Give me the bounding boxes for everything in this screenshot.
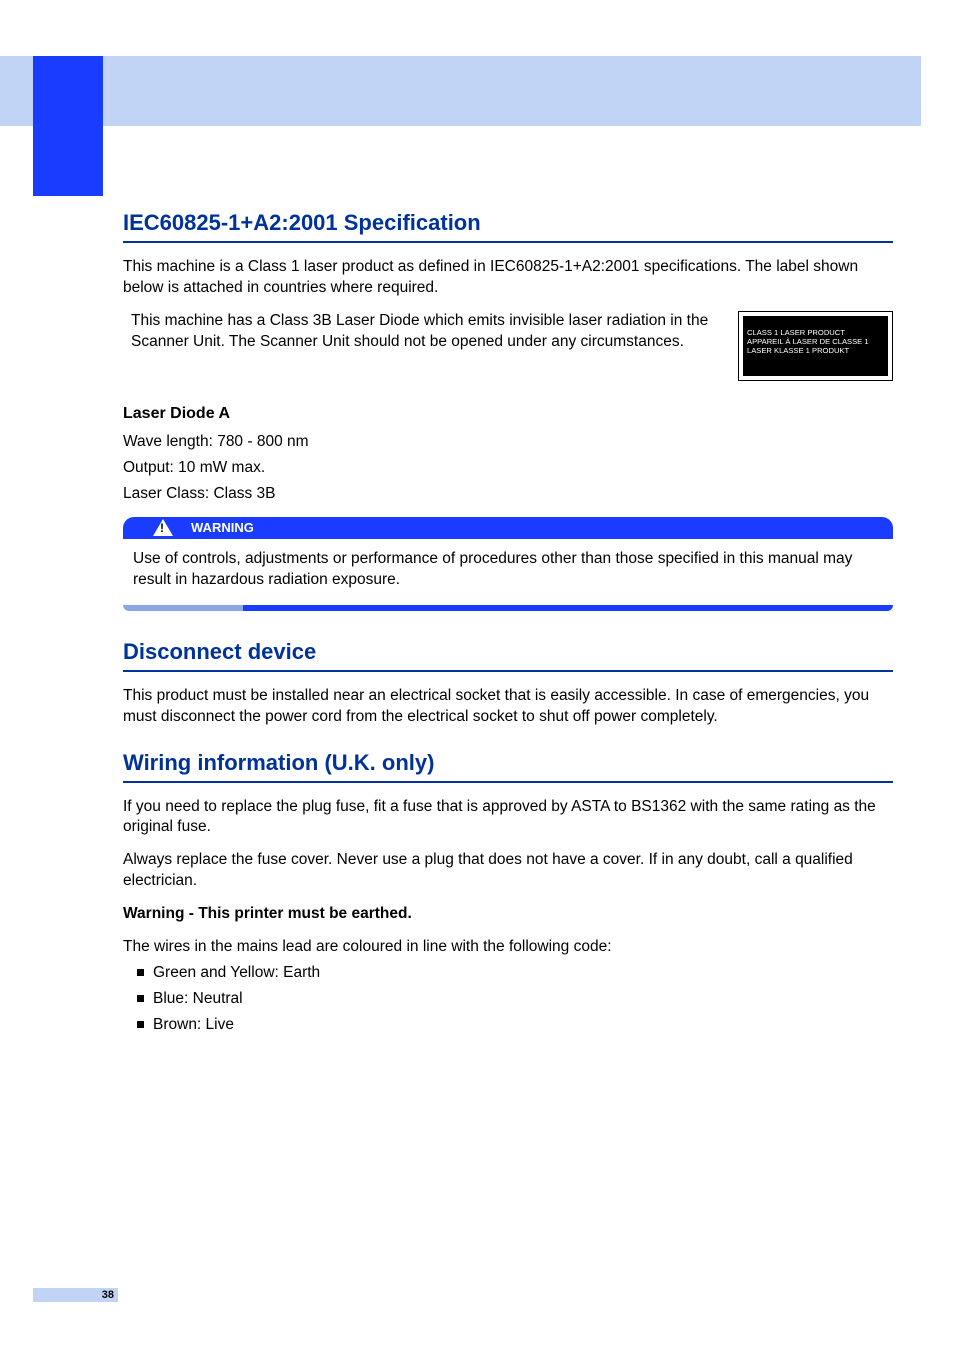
- wiring-p1: If you need to replace the plug fuse, fi…: [123, 797, 893, 839]
- warning-footer: [123, 605, 893, 611]
- laser-diode-heading: Laser Diode A: [123, 405, 893, 423]
- wiring-p2: Always replace the fuse cover. Never use…: [123, 850, 893, 892]
- wires-intro: The wires in the mains lead are coloured…: [123, 937, 893, 958]
- side-accent-square: [33, 126, 103, 196]
- page-content: IEC60825-1+A2:2001 Specification This ma…: [123, 210, 893, 1042]
- warning-bar: WARNING: [123, 517, 893, 539]
- list-item: Green and Yellow: Earth: [137, 964, 893, 982]
- laser-label-box: CLASS 1 LASER PRODUCT APPAREIL À LASER D…: [738, 311, 893, 381]
- warning-footer-right: [243, 605, 893, 611]
- warning-triangle-icon: [153, 519, 173, 536]
- list-item: Blue: Neutral: [137, 990, 893, 1008]
- section-title-disconnect: Disconnect device: [123, 639, 893, 672]
- diode-row: This machine has a Class 3B Laser Diode …: [123, 311, 893, 381]
- warning-footer-left: [123, 605, 243, 611]
- warning-body: Use of controls, adjustments or performa…: [123, 539, 893, 605]
- iec-intro: This machine is a Class 1 laser product …: [123, 257, 893, 299]
- header-band: [0, 56, 921, 126]
- page-number: 38: [33, 1288, 118, 1302]
- section-title-iec: IEC60825-1+A2:2001 Specification: [123, 210, 893, 243]
- label-line: LASER KLASSE 1 PRODUKT: [747, 346, 884, 355]
- warning-label: WARNING: [191, 520, 254, 535]
- list-item: Brown: Live: [137, 1016, 893, 1034]
- header-accent-square: [33, 56, 103, 126]
- disconnect-body: This product must be installed near an e…: [123, 686, 893, 728]
- diode-note: This machine has a Class 3B Laser Diode …: [123, 311, 718, 381]
- laser-wave: Wave length: 780 - 800 nm: [123, 433, 893, 451]
- laser-class: Laser Class: Class 3B: [123, 485, 893, 503]
- laser-label-inner: CLASS 1 LASER PRODUCT APPAREIL À LASER D…: [743, 316, 888, 376]
- label-line: CLASS 1 LASER PRODUCT: [747, 328, 884, 337]
- wire-colour-list: Green and Yellow: Earth Blue: Neutral Br…: [123, 964, 893, 1034]
- label-line: APPAREIL À LASER DE CLASSE 1: [747, 337, 884, 346]
- wiring-warn-bold: Warning - This printer must be earthed.: [123, 904, 893, 925]
- section-title-wiring: Wiring information (U.K. only): [123, 750, 893, 783]
- laser-output: Output: 10 mW max.: [123, 459, 893, 477]
